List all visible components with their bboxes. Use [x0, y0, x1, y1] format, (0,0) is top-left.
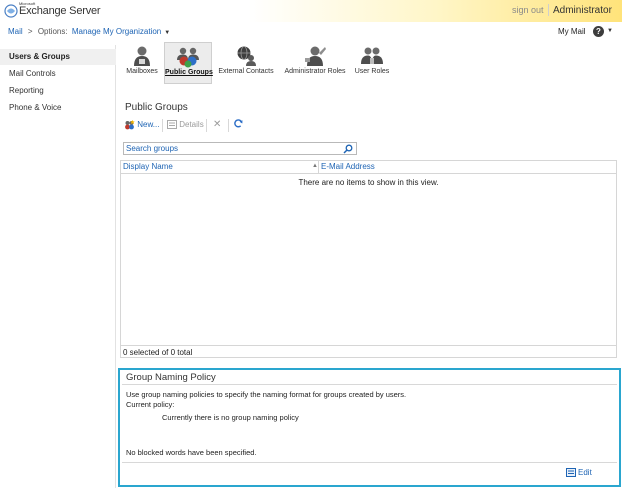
new-button[interactable]: New...: [124, 119, 159, 131]
mailbox-user-icon: [134, 46, 150, 66]
tab-label: Mailboxes: [126, 68, 158, 75]
tab-label: External Contacts: [218, 68, 274, 75]
toolbar-divider: [206, 119, 207, 132]
tab-user-roles[interactable]: User Roles: [352, 42, 392, 84]
divider: [122, 462, 617, 463]
help-chevron-down-icon[interactable]: ▼: [607, 28, 613, 34]
exchange-logo: Microsoft Exchange Server: [4, 1, 104, 21]
edit-icon: [566, 468, 576, 478]
new-button-label: New...: [137, 120, 160, 129]
details-button[interactable]: Details: [167, 119, 204, 131]
blocked-words-message: No blocked words have been specified.: [126, 448, 257, 457]
tab-external-contacts[interactable]: External Contacts: [216, 42, 276, 84]
details-button-label: Details: [179, 120, 204, 129]
toolbar: New... Details ✕: [120, 116, 617, 134]
divider: [122, 384, 617, 385]
breadcrumb-options-label: Options:: [37, 27, 68, 36]
empty-message: There are no items to show in this view.: [298, 178, 439, 187]
edit-button-label: Edit: [578, 468, 592, 477]
delete-icon[interactable]: ✕: [213, 119, 221, 131]
groups-table: Display Name ▲ E-Mail Address There are …: [120, 160, 617, 358]
table-header: Display Name ▲ E-Mail Address: [121, 161, 616, 174]
breadcrumb: Mail > Options: Manage My Organization ▼: [8, 27, 170, 36]
external-contact-icon: [237, 46, 256, 66]
left-navigation: Users & Groups Mail Controls Reporting P…: [0, 45, 116, 488]
search-input[interactable]: [126, 143, 341, 154]
column-email-address[interactable]: E-Mail Address: [321, 162, 375, 171]
tab-public-groups[interactable]: Public Groups: [164, 42, 213, 84]
nav-item-users-groups[interactable]: Users & Groups: [0, 49, 116, 65]
new-group-icon: [125, 119, 135, 130]
column-divider[interactable]: [318, 161, 319, 173]
details-icon: [167, 120, 177, 130]
nav-item-phone-voice[interactable]: Phone & Voice: [0, 100, 116, 116]
breadcrumb-separator: >: [27, 27, 33, 36]
group-naming-policy-panel: Group Naming Policy Use group naming pol…: [118, 368, 621, 487]
toolbar-divider: [228, 119, 229, 132]
sign-out-link[interactable]: sign out: [512, 5, 544, 15]
tab-administrator-roles[interactable]: Administrator Roles: [280, 42, 350, 84]
selection-count: 0 selected of 0 total: [121, 345, 616, 358]
search-icon[interactable]: [343, 144, 353, 154]
current-policy-label: Current policy:: [126, 400, 175, 409]
user-roles-icon: [361, 47, 383, 64]
search-box: [123, 142, 357, 155]
organization-dropdown[interactable]: Manage My Organization: [72, 27, 161, 36]
help-icon[interactable]: ?: [593, 26, 604, 37]
chevron-down-icon[interactable]: ▼: [164, 30, 170, 36]
breadcrumb-mail-link[interactable]: Mail: [8, 27, 23, 36]
logo-product: Exchange Server: [19, 5, 101, 17]
tab-label: Public Groups: [165, 69, 213, 76]
category-tabs: Mailboxes Public Groups External Contact…: [118, 42, 622, 84]
exchange-logo-icon: [4, 4, 18, 18]
edit-button[interactable]: Edit: [566, 468, 592, 480]
header-divider: [548, 4, 549, 16]
tab-label: User Roles: [354, 68, 390, 75]
my-mail-link[interactable]: My Mail: [558, 27, 586, 36]
nav-item-mail-controls[interactable]: Mail Controls: [0, 66, 116, 82]
page-title: Public Groups: [125, 102, 188, 113]
admin-roles-icon: [305, 46, 326, 66]
public-groups-icon: [177, 47, 199, 68]
policy-description: Use group naming policies to specify the…: [126, 390, 407, 399]
policy-title: Group Naming Policy: [126, 372, 216, 383]
top-header: Microsoft Exchange Server sign out Admin…: [0, 0, 622, 22]
nav-item-reporting[interactable]: Reporting: [0, 83, 116, 99]
user-name[interactable]: Administrator: [553, 5, 612, 16]
tab-mailboxes[interactable]: Mailboxes: [120, 42, 164, 84]
toolbar-divider: [162, 119, 163, 132]
tab-label: Administrator Roles: [284, 68, 346, 75]
current-policy-value: Currently there is no group naming polic…: [162, 413, 299, 422]
column-display-name[interactable]: Display Name: [123, 162, 173, 171]
refresh-icon[interactable]: [234, 119, 243, 131]
